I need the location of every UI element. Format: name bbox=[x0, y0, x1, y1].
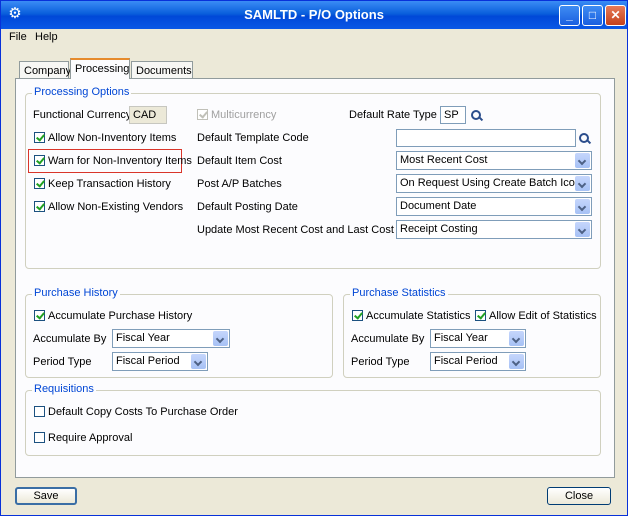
ps-period-type-select[interactable]: Fiscal Period bbox=[430, 352, 526, 371]
post-ap-batches-select[interactable]: On Request Using Create Batch Icon bbox=[396, 174, 592, 193]
multicurrency-checkbox bbox=[197, 109, 208, 120]
ph-period-type-label: Period Type bbox=[33, 356, 92, 368]
ps-accumulate-by-value: Fiscal Year bbox=[434, 332, 488, 344]
window-title: SAMLTD - P/O Options bbox=[244, 7, 384, 22]
accumulate-statistics-checkbox[interactable] bbox=[352, 310, 363, 321]
default-posting-date-value: Document Date bbox=[400, 200, 477, 212]
default-item-cost-select[interactable]: Most Recent Cost bbox=[396, 151, 592, 170]
ps-period-type-value: Fiscal Period bbox=[434, 355, 498, 367]
save-button[interactable]: Save bbox=[15, 487, 77, 505]
allow-non-inventory-label[interactable]: Allow Non-Inventory Items bbox=[48, 132, 176, 144]
require-approval-label[interactable]: Require Approval bbox=[48, 432, 132, 444]
tab-documents[interactable]: Documents bbox=[131, 61, 193, 79]
purchase-statistics-title: Purchase Statistics bbox=[350, 287, 448, 299]
allow-non-inventory-checkbox[interactable] bbox=[34, 132, 45, 143]
ph-period-type-value: Fiscal Period bbox=[116, 355, 180, 367]
require-approval-checkbox[interactable] bbox=[34, 432, 45, 443]
ps-accumulate-by-label: Accumulate By bbox=[351, 333, 425, 345]
tab-company[interactable]: Company bbox=[19, 61, 71, 79]
close-button[interactable]: Close bbox=[547, 487, 611, 505]
multicurrency-label: Multicurrency bbox=[211, 109, 277, 121]
requisitions-title: Requisitions bbox=[32, 383, 96, 395]
ph-period-type-select[interactable]: Fiscal Period bbox=[112, 352, 208, 371]
allow-edit-statistics-label[interactable]: Allow Edit of Statistics bbox=[489, 310, 597, 322]
ph-accumulate-by-value: Fiscal Year bbox=[116, 332, 170, 344]
ps-accumulate-by-select[interactable]: Fiscal Year bbox=[430, 329, 526, 348]
requisitions-group: Requisitions bbox=[25, 383, 601, 456]
default-template-code-field[interactable] bbox=[396, 129, 576, 147]
functional-currency-field: CAD bbox=[129, 106, 167, 124]
update-recent-cost-label: Update Most Recent Cost and Last Cost At bbox=[197, 224, 407, 236]
default-rate-type-field[interactable]: SP bbox=[440, 106, 466, 124]
default-template-code-label: Default Template Code bbox=[197, 132, 309, 144]
chevron-down-icon[interactable] bbox=[575, 176, 590, 191]
default-posting-date-label: Default Posting Date bbox=[197, 201, 298, 213]
default-rate-type-label: Default Rate Type bbox=[349, 109, 437, 121]
post-ap-batches-value: On Request Using Create Batch Icon bbox=[400, 177, 581, 189]
chevron-down-icon[interactable] bbox=[213, 331, 228, 346]
chevron-down-icon[interactable] bbox=[509, 354, 524, 369]
rate-type-search-icon[interactable] bbox=[470, 109, 484, 123]
keep-history-label[interactable]: Keep Transaction History bbox=[48, 178, 171, 190]
default-item-cost-value: Most Recent Cost bbox=[400, 154, 488, 166]
chevron-down-icon[interactable] bbox=[191, 354, 206, 369]
minimize-button[interactable]: _ bbox=[559, 5, 580, 26]
title-bar[interactable]: ⚙ SAMLTD - P/O Options _ □ ✕ bbox=[1, 1, 627, 29]
accumulate-purchase-history-checkbox[interactable] bbox=[34, 310, 45, 321]
warn-non-inventory-checkbox[interactable] bbox=[34, 155, 45, 166]
default-item-cost-label: Default Item Cost bbox=[197, 155, 282, 167]
maximize-button[interactable]: □ bbox=[582, 5, 603, 26]
update-recent-cost-select[interactable]: Receipt Costing bbox=[396, 220, 592, 239]
ph-accumulate-by-label: Accumulate By bbox=[33, 333, 107, 345]
menu-help[interactable]: Help bbox=[35, 31, 58, 43]
ps-period-type-label: Period Type bbox=[351, 356, 410, 368]
post-ap-batches-label: Post A/P Batches bbox=[197, 178, 282, 190]
allow-edit-statistics-checkbox[interactable] bbox=[475, 310, 486, 321]
default-posting-date-select[interactable]: Document Date bbox=[396, 197, 592, 216]
allow-non-existing-vendors-checkbox[interactable] bbox=[34, 201, 45, 212]
keep-history-checkbox[interactable] bbox=[34, 178, 45, 189]
chevron-down-icon[interactable] bbox=[509, 331, 524, 346]
ph-accumulate-by-select[interactable]: Fiscal Year bbox=[112, 329, 230, 348]
accumulate-purchase-history-label[interactable]: Accumulate Purchase History bbox=[48, 310, 192, 322]
template-code-search-icon[interactable] bbox=[578, 132, 592, 146]
chevron-down-icon[interactable] bbox=[575, 153, 590, 168]
warn-non-inventory-label[interactable]: Warn for Non-Inventory Items bbox=[48, 155, 192, 167]
default-copy-costs-checkbox[interactable] bbox=[34, 406, 45, 417]
tab-panel-processing: Processing Options Functional Currency C… bbox=[15, 78, 615, 478]
close-window-button[interactable]: ✕ bbox=[605, 5, 626, 26]
menu-file[interactable]: File bbox=[9, 31, 27, 43]
tab-processing[interactable]: Processing bbox=[70, 58, 130, 79]
accumulate-statistics-label[interactable]: Accumulate Statistics bbox=[366, 310, 471, 322]
purchase-history-title: Purchase History bbox=[32, 287, 120, 299]
chevron-down-icon[interactable] bbox=[575, 222, 590, 237]
chevron-down-icon[interactable] bbox=[575, 199, 590, 214]
update-recent-cost-value: Receipt Costing bbox=[400, 223, 478, 235]
default-copy-costs-label[interactable]: Default Copy Costs To Purchase Order bbox=[48, 406, 238, 418]
functional-currency-label: Functional Currency bbox=[33, 109, 132, 121]
allow-non-existing-vendors-label[interactable]: Allow Non-Existing Vendors bbox=[48, 201, 183, 213]
menu-bar: File Help bbox=[1, 29, 627, 47]
options-window: ⚙ SAMLTD - P/O Options _ □ ✕ File Help C… bbox=[0, 0, 628, 516]
processing-options-title: Processing Options bbox=[32, 86, 132, 98]
